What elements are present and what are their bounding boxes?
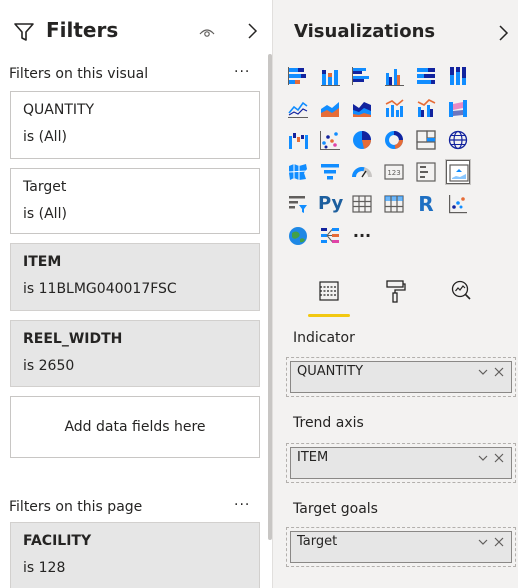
filter-card-value: is (All) (23, 129, 67, 145)
100-stacked-column-chart-icon[interactable] (446, 64, 470, 88)
visualizations-title: Visualizations (294, 21, 436, 42)
stacked-bar-chart-icon[interactable] (286, 64, 310, 88)
analytics-magnifier-icon[interactable] (449, 278, 473, 304)
filter-card-facility[interactable]: FACILITY is 128 (10, 522, 260, 588)
well-field-name: ITEM (297, 450, 329, 465)
card-icon[interactable]: 123 (382, 160, 406, 184)
filters-on-visual-label: Filters on this visual (9, 66, 149, 82)
filter-card-name: FACILITY (23, 533, 92, 549)
stacked-column-chart-icon[interactable] (318, 64, 342, 88)
filter-card-item[interactable]: ITEM is 11BLMG040017FSC (10, 243, 260, 311)
arcgis-map-icon[interactable] (286, 224, 310, 248)
stacked-area-chart-icon[interactable] (350, 96, 374, 120)
more-visuals-icon[interactable]: ··· (350, 224, 374, 248)
filters-pane: Filters Filters on this visual ··· QUANT… (0, 0, 272, 588)
filter-funnel-icon (14, 23, 34, 41)
python-visual-icon[interactable]: Py (318, 192, 343, 216)
format-paintroller-icon[interactable] (383, 278, 407, 304)
area-chart-icon[interactable] (318, 96, 342, 120)
well-indicator[interactable]: QUANTITY (286, 357, 516, 397)
remove-field-x-icon[interactable] (493, 452, 505, 464)
svg-text:123: 123 (387, 169, 400, 177)
decomposition-tree-icon[interactable] (318, 224, 342, 248)
clustered-column-chart-icon[interactable] (382, 64, 406, 88)
multi-row-card-icon[interactable] (414, 160, 438, 184)
filter-card-value: is 128 (23, 560, 66, 576)
collapse-visualizations-chevron-icon[interactable] (497, 24, 509, 42)
chevron-down-icon[interactable] (477, 536, 489, 548)
active-tab-underline (308, 314, 350, 317)
fields-tab-icon[interactable] (317, 278, 341, 304)
waterfall-chart-icon[interactable] (286, 128, 310, 152)
line-and-stacked-column-chart-icon[interactable] (382, 96, 406, 120)
well-trend-axis[interactable]: ITEM (286, 443, 516, 483)
well-label-indicator: Indicator (293, 330, 355, 346)
well-field-pill[interactable]: Target (290, 531, 512, 563)
gauge-icon[interactable] (350, 160, 374, 184)
well-label-target-goals: Target goals (293, 501, 378, 517)
filter-card-quantity[interactable]: QUANTITY is (All) (10, 91, 260, 159)
chevron-down-icon[interactable] (477, 366, 489, 378)
well-target-goals[interactable]: Target (286, 527, 516, 567)
line-and-clustered-column-chart-icon[interactable] (414, 96, 438, 120)
filter-card-value: is (All) (23, 206, 67, 222)
100-stacked-bar-chart-icon[interactable] (414, 64, 438, 88)
filters-on-page-label: Filters on this page (9, 499, 143, 515)
slicer-icon[interactable] (286, 192, 310, 216)
filter-card-name: Target (23, 179, 67, 195)
well-field-name: Target (297, 534, 338, 549)
well-field-name: QUANTITY (297, 364, 364, 379)
remove-field-x-icon[interactable] (493, 366, 505, 378)
chevron-down-icon[interactable] (477, 452, 489, 464)
key-influencers-icon[interactable] (446, 192, 470, 216)
pie-chart-icon[interactable] (350, 128, 374, 152)
filled-map-icon[interactable] (286, 160, 310, 184)
filter-card-name: QUANTITY (23, 102, 95, 118)
r-visual-icon[interactable]: R (414, 192, 438, 216)
filters-title: Filters (46, 18, 119, 42)
ribbon-chart-icon[interactable] (446, 96, 470, 120)
well-field-pill[interactable]: QUANTITY (290, 361, 512, 393)
kpi-visual-icon[interactable] (446, 160, 470, 184)
table-icon[interactable] (350, 192, 374, 216)
treemap-icon[interactable] (414, 128, 438, 152)
filter-card-name: ITEM (23, 254, 62, 270)
well-label-trend-axis: Trend axis (293, 415, 364, 431)
clustered-bar-chart-icon[interactable] (350, 64, 374, 88)
line-chart-icon[interactable] (286, 96, 310, 120)
collapse-filters-chevron-icon[interactable] (246, 22, 258, 40)
donut-chart-icon[interactable] (382, 128, 406, 152)
matrix-icon[interactable] (382, 192, 406, 216)
scatter-chart-icon[interactable] (318, 128, 342, 152)
filters-header: Filters (0, 0, 272, 62)
filter-card-name: REEL_WIDTH (23, 331, 123, 347)
visualizations-pane: Visualizations 123 Py R ··· Indicator QU… (272, 0, 518, 588)
filters-on-visual-more-icon[interactable]: ··· (234, 64, 250, 80)
map-globe-icon[interactable] (446, 128, 470, 152)
filters-on-page-more-icon[interactable]: ··· (234, 497, 250, 513)
funnel-chart-icon[interactable] (318, 160, 342, 184)
remove-field-x-icon[interactable] (493, 536, 505, 548)
filter-card-reel-width[interactable]: REEL_WIDTH is 2650 (10, 320, 260, 387)
add-data-fields-drop-zone[interactable]: Add data fields here (10, 396, 260, 458)
filter-card-value: is 2650 (23, 358, 75, 374)
filter-card-value: is 11BLMG040017FSC (23, 281, 177, 297)
eye-icon[interactable] (199, 26, 215, 38)
filter-card-target[interactable]: Target is (All) (10, 168, 260, 234)
well-field-pill[interactable]: ITEM (290, 447, 512, 479)
